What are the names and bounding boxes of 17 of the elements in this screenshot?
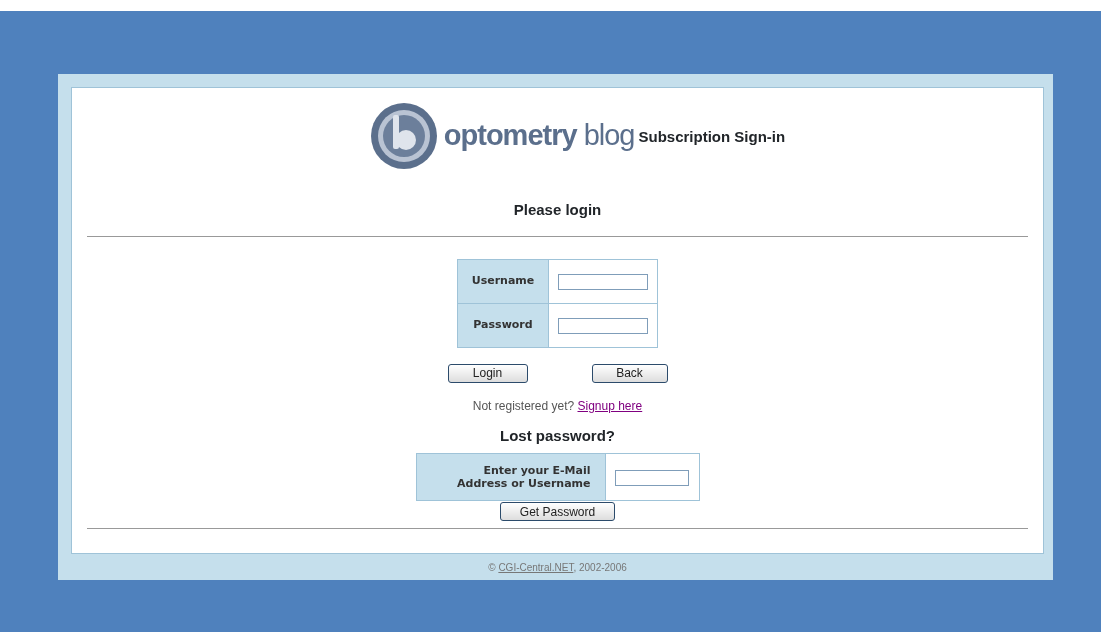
username-field[interactable] xyxy=(558,274,648,291)
signup-link[interactable]: Signup here xyxy=(577,398,643,413)
logo-text: optometry blog xyxy=(443,117,635,153)
copyright-text: © CGI-Central.NET, 2002-2006 xyxy=(488,562,627,573)
lost-password-heading: Lost password? xyxy=(499,425,616,446)
field-label: Password xyxy=(457,303,549,347)
login-heading: Please login xyxy=(512,200,603,220)
login-button[interactable]: Login xyxy=(447,363,528,383)
page-title: Subscription Sign-in xyxy=(638,127,786,148)
password-field[interactable] xyxy=(558,318,648,335)
logo-icon xyxy=(369,101,438,170)
signup-text: Not registered yet? Signup here xyxy=(471,397,644,415)
email-field[interactable] xyxy=(615,470,689,487)
email-label: Enter your E-Mail Address or Username xyxy=(416,453,605,501)
field-label: Username xyxy=(457,259,549,303)
get-password-button[interactable]: Get Password xyxy=(500,502,615,521)
back-button[interactable]: Back xyxy=(591,363,668,383)
